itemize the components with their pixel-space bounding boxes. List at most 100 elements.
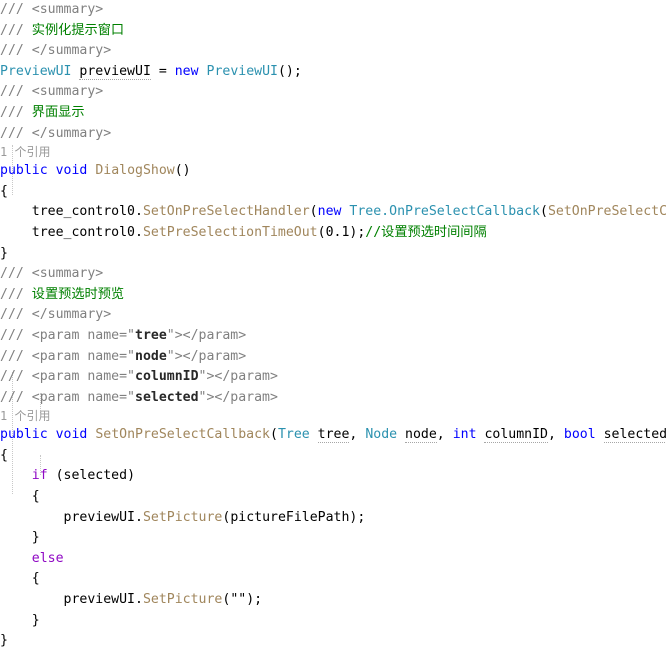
- method-dialogshow: DialogShow: [95, 163, 175, 179]
- closing: );: [349, 509, 366, 525]
- code-line: 1 个引用: [0, 408, 666, 425]
- xmldoc-tag-param-close: ></param>: [206, 389, 278, 405]
- comma: ,: [436, 427, 453, 443]
- dot: .: [381, 204, 390, 220]
- keyword-new: new: [317, 204, 342, 220]
- string-empty: "": [230, 592, 247, 608]
- xmldoc-slashes: ///: [0, 22, 32, 38]
- dot: .: [134, 204, 143, 220]
- number-timeout: 0.1: [325, 224, 350, 240]
- quote: ": [127, 327, 135, 343]
- code-line: 1 个引用: [0, 144, 666, 161]
- quote: ": [166, 348, 175, 364]
- paren: (: [539, 204, 548, 220]
- comma: ,: [548, 427, 564, 443]
- xmldoc-slashes: ///: [0, 266, 32, 282]
- xmldoc-slashes: ///: [0, 2, 32, 17]
- identifier-selected: selected: [63, 468, 128, 484]
- xmldoc-slashes: ///: [0, 389, 32, 405]
- code-line: if (selected): [0, 466, 666, 487]
- param-name-node: node: [135, 348, 167, 364]
- code-line: tree_control0.SetOnPreSelectHandler(new …: [0, 202, 666, 223]
- param-selected: selected: [603, 427, 666, 444]
- xmldoc-tag-param-open: <param name=: [31, 369, 128, 385]
- paren: (: [317, 224, 326, 240]
- keyword-void: void: [55, 163, 88, 179]
- code-line: /// 界面显示: [0, 103, 666, 124]
- xmldoc-slashes: ///: [0, 286, 32, 302]
- keyword-public: public: [0, 427, 48, 443]
- code-line: tree_control0.SetPreSelectionTimeOut(0.1…: [0, 223, 666, 244]
- code-line: }: [0, 528, 666, 549]
- identifier-tree-control0: tree_control0: [31, 224, 135, 240]
- code-line: previewUI.SetPicture(pictureFilePath);: [0, 508, 666, 529]
- dot: .: [134, 224, 143, 240]
- xmldoc-summary-text: 设置预选时预览: [31, 286, 125, 302]
- code-line: /// </summary>: [0, 305, 666, 326]
- code-line: /// <param name="tree"></param>: [0, 326, 666, 347]
- brace-close: }: [0, 633, 8, 649]
- code-line: }: [0, 611, 666, 632]
- codelens-reference-count[interactable]: 1 个引用: [0, 145, 50, 159]
- xmldoc-tag-param-open: <param name=: [31, 389, 128, 405]
- identifier-previewui: previewUI: [63, 509, 135, 525]
- paren-close: ): [127, 468, 136, 484]
- brace-close: }: [31, 530, 40, 546]
- type-tree: Tree: [277, 427, 310, 443]
- code-line: /// 实例化提示窗口: [0, 21, 666, 42]
- inline-comment: //设置预选时间间隔: [365, 224, 487, 240]
- comma: ,: [349, 427, 366, 443]
- code-line: previewUI.SetPicture("");: [0, 590, 666, 611]
- method-setpicture: SetPicture: [142, 509, 223, 525]
- brace-open: {: [0, 183, 8, 199]
- paren: (: [222, 592, 231, 608]
- code-line: /// 设置预选时预览: [0, 285, 666, 306]
- xmldoc-summary-text: 实例化提示窗口: [31, 22, 125, 38]
- method-setpicture: SetPicture: [142, 592, 223, 608]
- xmldoc-tag-param-close: ></param>: [174, 348, 247, 364]
- xmldoc-tag-summary-close: </summary>: [31, 125, 112, 141]
- xmldoc-slashes: ///: [0, 307, 32, 323]
- delegate-onpreselectcallback: OnPreSelectCallback: [389, 204, 540, 220]
- xmldoc-slashes: ///: [0, 369, 32, 385]
- type-previewui: PreviewUI: [0, 63, 72, 79]
- xmldoc-tag-param-open: <param name=: [31, 348, 128, 364]
- keyword-int: int: [452, 427, 477, 443]
- code-line: /// <summary>: [0, 0, 666, 21]
- xmldoc-tag-summary-close: </summary>: [31, 43, 112, 59]
- quote: ": [127, 348, 135, 364]
- code-line: {: [0, 487, 666, 508]
- code-line: public void SetOnPreSelectCallback(Tree …: [0, 425, 666, 446]
- param-name-columnid: columnID: [135, 369, 199, 385]
- paren: (: [47, 468, 64, 484]
- closing: );: [349, 224, 366, 240]
- code-line: {: [0, 569, 666, 590]
- code-line: /// <param name="node"></param>: [0, 347, 666, 368]
- keyword-void: void: [55, 427, 88, 443]
- xmldoc-tag-summary-open: <summary>: [31, 84, 104, 100]
- quote: ": [127, 369, 135, 385]
- quote: ": [166, 327, 175, 343]
- xmldoc-slashes: ///: [0, 348, 32, 364]
- codelens-reference-count[interactable]: 1 个引用: [0, 409, 50, 423]
- paren: (: [309, 204, 318, 220]
- code-line: public void DialogShow(): [0, 161, 666, 182]
- method-setpreselectiontimeout: SetPreSelectionTimeOut: [142, 224, 318, 240]
- code-line: /// <param name="columnID"></param>: [0, 367, 666, 388]
- keyword-else: else: [31, 550, 64, 566]
- identifier-previewui: previewUI: [79, 63, 151, 80]
- code-editor[interactable]: /// <summary> /// 实例化提示窗口 /// </summary>…: [0, 0, 666, 648]
- keyword-bool: bool: [563, 427, 596, 443]
